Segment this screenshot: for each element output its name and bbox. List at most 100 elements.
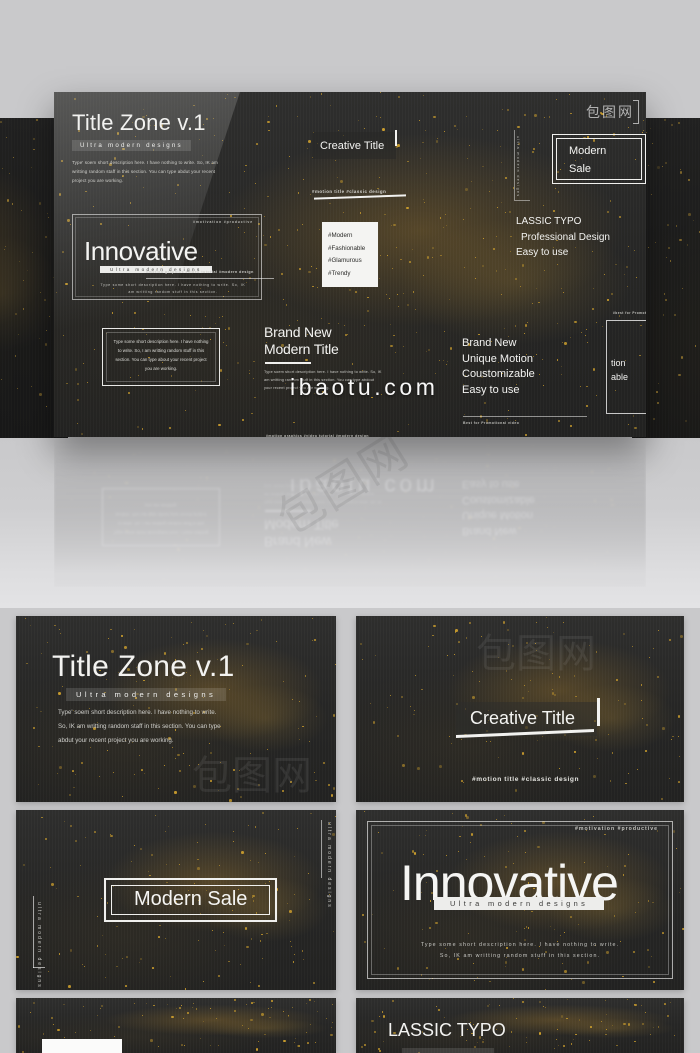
promo-tag: #best for Promotional vids [613, 311, 646, 315]
ibaotu-watermark-small: 包图网 [192, 756, 312, 796]
innovative-body: Type some short description here. I have… [100, 283, 246, 294]
feature-item-2: Unique Motion [462, 352, 533, 365]
brand-line-1: Brand New [264, 324, 332, 340]
creative-tick-mark [395, 130, 398, 146]
thumb-body-line: abdut your recent project you are workin… [58, 736, 174, 744]
hero-reflection: Type some short description here. I have… [54, 437, 646, 587]
watermark-text: 包图网 [192, 753, 312, 799]
thumbnail-innovative[interactable]: #motivation #productive Innovative Ultra… [356, 810, 684, 990]
left-rule [33, 896, 35, 968]
right-rule [320, 820, 322, 878]
hero-promo-card: #best for Promotional vids tion able [606, 311, 646, 414]
thumbnail-slide: LASSIC TYPO [356, 998, 684, 1053]
hero-vertical-rule [514, 130, 515, 200]
creative-title-box: Creative Title [312, 130, 398, 159]
modern-sale-outer-frame: Modern Sale [104, 878, 278, 922]
thumb-body-line: So, IK am writting random stuff in this … [439, 953, 601, 960]
hero-innovative-block: #motivation #productive Innovative Ultra… [72, 214, 262, 300]
reflection-feat-1: Brand New [462, 525, 517, 537]
hero-description-box: Type some short description here. I have… [102, 328, 220, 386]
hero-vertical-label: ultra modern designs [516, 136, 520, 198]
thumb-body-line: Type' soem short description here. I hav… [58, 709, 217, 716]
thumbnail-title-zone[interactable]: Title Zone v.1 Ultra modern designs Type… [16, 616, 336, 802]
hero-modern-sale-block: Modern Sale [552, 134, 646, 184]
hero-preview-area: Title Zone v.1 Ultra modern designs Type… [0, 0, 700, 610]
thumbnail-creative-title[interactable]: Creative Title #motion title #classic de… [356, 616, 684, 802]
modern-sale-inner-frame: Modern Sale [111, 885, 271, 915]
thumb-body: Type some short description here. I have… [406, 940, 634, 962]
thumbnail-lassic-typo-partial[interactable]: LASSIC TYPO [356, 998, 684, 1053]
hero-lassic-typo-block: LASSIC TYPO Professional Design Easy to … [516, 214, 610, 261]
innovative-title: Innovative [84, 236, 198, 266]
reflection-brand-body: Type soem short description here. I have… [264, 484, 382, 504]
thumb-title: Title Zone v.1 [52, 650, 235, 683]
ibaotu-domain-watermark: ibaotu.com [290, 374, 439, 400]
reflection-brand-2: Modern Title [264, 517, 339, 534]
list-item: #Trendy [328, 270, 351, 278]
reflection-desc-text: Type some short description here. I have… [113, 502, 209, 535]
lassic-line-2: Professional Design [521, 231, 610, 243]
lassic-line-1: LASSIC TYPO [516, 216, 582, 227]
creative-title-text: Creative Title [320, 140, 385, 152]
creative-tick-mark [597, 698, 600, 726]
thumbnail-slide [16, 998, 336, 1053]
reflection-fade-overlay [0, 437, 700, 610]
innovative-tags: #motivation #productive [193, 220, 253, 224]
features-footer-rule [463, 416, 587, 417]
white-content-card [42, 1039, 122, 1053]
thumb-title: LASSIC TYPO [388, 1020, 506, 1040]
list-item: #Fashionable [328, 244, 366, 252]
creative-tags: #motion title #classic design [312, 189, 387, 194]
ibaotu-logo-watermark-large: 包图网 [267, 423, 477, 610]
reflection-feat-3: Coustomizable [462, 493, 535, 506]
feature-item-4: Easy to use [462, 384, 520, 397]
features-footer-text: Best for Promotional video [463, 421, 520, 425]
hero-features-block: Brand New Unique Motion Coustomizable Ea… [462, 336, 587, 425]
thumb-body-line: Type some short description here. I have… [420, 942, 620, 948]
reflection-ibaotu-watermark: ibaotu.com [290, 474, 439, 500]
lassic-underline [146, 278, 274, 279]
hero-title-zone: Title Zone v.1 Ultra modern designs Type… [72, 112, 272, 186]
promo-line-2: able [611, 371, 629, 382]
thumb-subtitle: Ultra modern designs [434, 897, 605, 910]
thumbnail-slide: #motivation #productive Innovative Ultra… [356, 810, 684, 990]
logo-bracket [633, 100, 639, 124]
feature-item-1: Brand New [462, 337, 517, 349]
hero-card: Title Zone v.1 Ultra modern designs Type… [54, 92, 646, 437]
creative-underline [314, 194, 406, 200]
brand-divider [265, 362, 311, 365]
ibaotu-logo-text: 包图网 [586, 105, 634, 121]
reflection-card: Type some short description here. I have… [54, 437, 646, 587]
thumbnail-modern-sale[interactable]: ultra modern designs ultra modern design… [16, 810, 336, 990]
brand-line-2: Modern Title [264, 340, 339, 357]
reflection-desc-frame [102, 488, 220, 546]
thumb-tags: #motivation #productive [575, 826, 658, 832]
brand-footer-tags: #motion graphics #video tutorial #modern… [266, 434, 370, 437]
hero-hashtag-card: #Modern #Fashionable #Glamurous #Trendy [322, 222, 378, 287]
thumb-body-line: So, IK am writting random staff in this … [58, 722, 221, 730]
ibaotu-watermark-small: 包图网 [476, 634, 596, 674]
description-text: Type some short description here. I have… [113, 339, 209, 372]
hero-subtitle: Ultra modern designs [72, 140, 191, 151]
thumb-title: Creative Title [470, 708, 576, 728]
thumbnail-slide: ultra modern designs ultra modern design… [16, 810, 336, 990]
reflection-feat-4: Easy to use [462, 477, 520, 490]
thumbnail-grid: Title Zone v.1 Ultra modern designs Type… [0, 608, 700, 1053]
reflection-brand-1: Brand New [264, 534, 332, 550]
promo-line-1: tion [611, 358, 626, 368]
hashtag-list: #Modern #Fashionable #Glamurous #Trendy [322, 222, 378, 281]
right-side-label: ultra modern designs [326, 822, 332, 909]
ibaotu-logo: 包图网 [586, 100, 639, 124]
reflection-feat-2: Unique Motion [462, 509, 533, 522]
gold-specks [54, 437, 646, 587]
watermark-logo-char-a: 包图网 [267, 423, 419, 546]
thumb-title: Modern Sale [134, 888, 248, 910]
list-item: #Modern [328, 232, 353, 239]
hero-body-text: Type' soem short description here. I hav… [72, 160, 218, 183]
modern-sale-outer-frame: Modern Sale [552, 134, 646, 184]
thumbnail-slide: Creative Title #motion title #classic de… [356, 616, 684, 802]
thumb-subtitle: Ultra modern designs [66, 688, 227, 701]
thumbnail-white-card-partial[interactable] [16, 998, 336, 1053]
list-item: #Glamurous [328, 257, 362, 265]
hero-title: Title Zone v.1 [72, 110, 206, 135]
